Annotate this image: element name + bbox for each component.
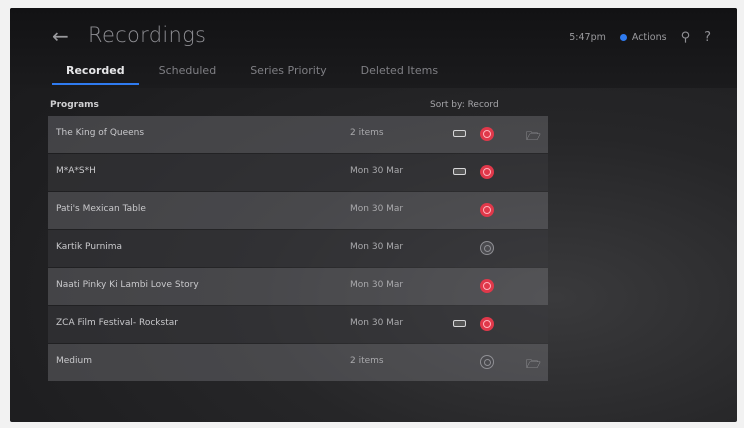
record-grey-icon xyxy=(480,241,494,255)
program-title: Naati Pinky Ki Lambi Love Story xyxy=(56,280,199,290)
help-icon[interactable]: ? xyxy=(704,30,711,45)
tv-screen: ← Recordings 5:47pm Actions ⚲ ? Recorded… xyxy=(10,8,737,422)
list-item[interactable]: M*A*S*H Mon 30 Mar xyxy=(48,154,548,191)
tab-scheduled[interactable]: Scheduled xyxy=(145,60,231,85)
actions-label: Actions xyxy=(631,32,667,43)
list-header: Programs Sort by: Record xyxy=(48,98,548,114)
blue-button-icon xyxy=(619,34,627,41)
list-item[interactable]: Medium 2 items 🗁 xyxy=(48,344,548,381)
program-meta: 2 items xyxy=(350,356,384,366)
actions-button[interactable]: Actions xyxy=(619,32,667,43)
program-title: The King of Queens xyxy=(56,128,145,138)
record-grey-icon xyxy=(480,355,494,369)
list-item[interactable]: ZCA Film Festival- Rockstar Mon 30 Mar xyxy=(48,306,548,343)
record-icon xyxy=(480,203,494,217)
tab-recorded[interactable]: Recorded xyxy=(52,60,139,85)
record-icon xyxy=(480,317,494,331)
page-title: Recordings xyxy=(88,23,207,47)
arrow-left-icon[interactable]: ← xyxy=(52,24,69,48)
program-title: Pati's Mexican Table xyxy=(56,204,146,214)
record-icon xyxy=(480,127,494,141)
program-meta: Mon 30 Mar xyxy=(350,204,404,214)
program-title: Medium xyxy=(56,356,92,366)
list-item[interactable]: Naati Pinky Ki Lambi Love Story Mon 30 M… xyxy=(48,268,548,305)
search-icon[interactable]: ⚲ xyxy=(681,30,691,45)
folder-icon: 🗁 xyxy=(526,129,541,143)
program-title: M*A*S*H xyxy=(56,166,96,176)
clock: 5:47pm xyxy=(569,32,606,43)
sort-button[interactable]: Sort by: Record xyxy=(430,100,499,110)
hdd-icon xyxy=(453,130,466,137)
program-meta: Mon 30 Mar xyxy=(350,280,404,290)
list-item[interactable]: The King of Queens 2 items 🗁 xyxy=(48,116,548,153)
tab-deleted-items[interactable]: Deleted Items xyxy=(347,60,452,85)
hdd-icon xyxy=(453,320,466,327)
header-bar: ← Recordings 5:47pm Actions ⚲ ? Recorded… xyxy=(10,8,737,88)
list-item[interactable]: Kartik Purnima Mon 30 Mar xyxy=(48,230,548,267)
folder-icon: 🗁 xyxy=(526,357,541,371)
list-item[interactable]: Pati's Mexican Table Mon 30 Mar xyxy=(48,192,548,229)
programs-heading: Programs xyxy=(50,100,99,110)
tab-bar: Recorded Scheduled Series Priority Delet… xyxy=(52,60,458,85)
tab-series-priority[interactable]: Series Priority xyxy=(236,60,340,85)
program-meta: Mon 30 Mar xyxy=(350,318,404,328)
recordings-list: The King of Queens 2 items 🗁 M*A*S*H Mon… xyxy=(48,116,548,382)
program-title: ZCA Film Festival- Rockstar xyxy=(56,318,178,328)
program-title: Kartik Purnima xyxy=(56,242,123,252)
hdd-icon xyxy=(453,168,466,175)
program-meta: 2 items xyxy=(350,128,384,138)
top-right-bar: 5:47pm Actions ⚲ ? xyxy=(569,30,711,45)
program-meta: Mon 30 Mar xyxy=(350,242,404,252)
record-icon xyxy=(480,165,494,179)
record-icon xyxy=(480,279,494,293)
program-meta: Mon 30 Mar xyxy=(350,166,404,176)
